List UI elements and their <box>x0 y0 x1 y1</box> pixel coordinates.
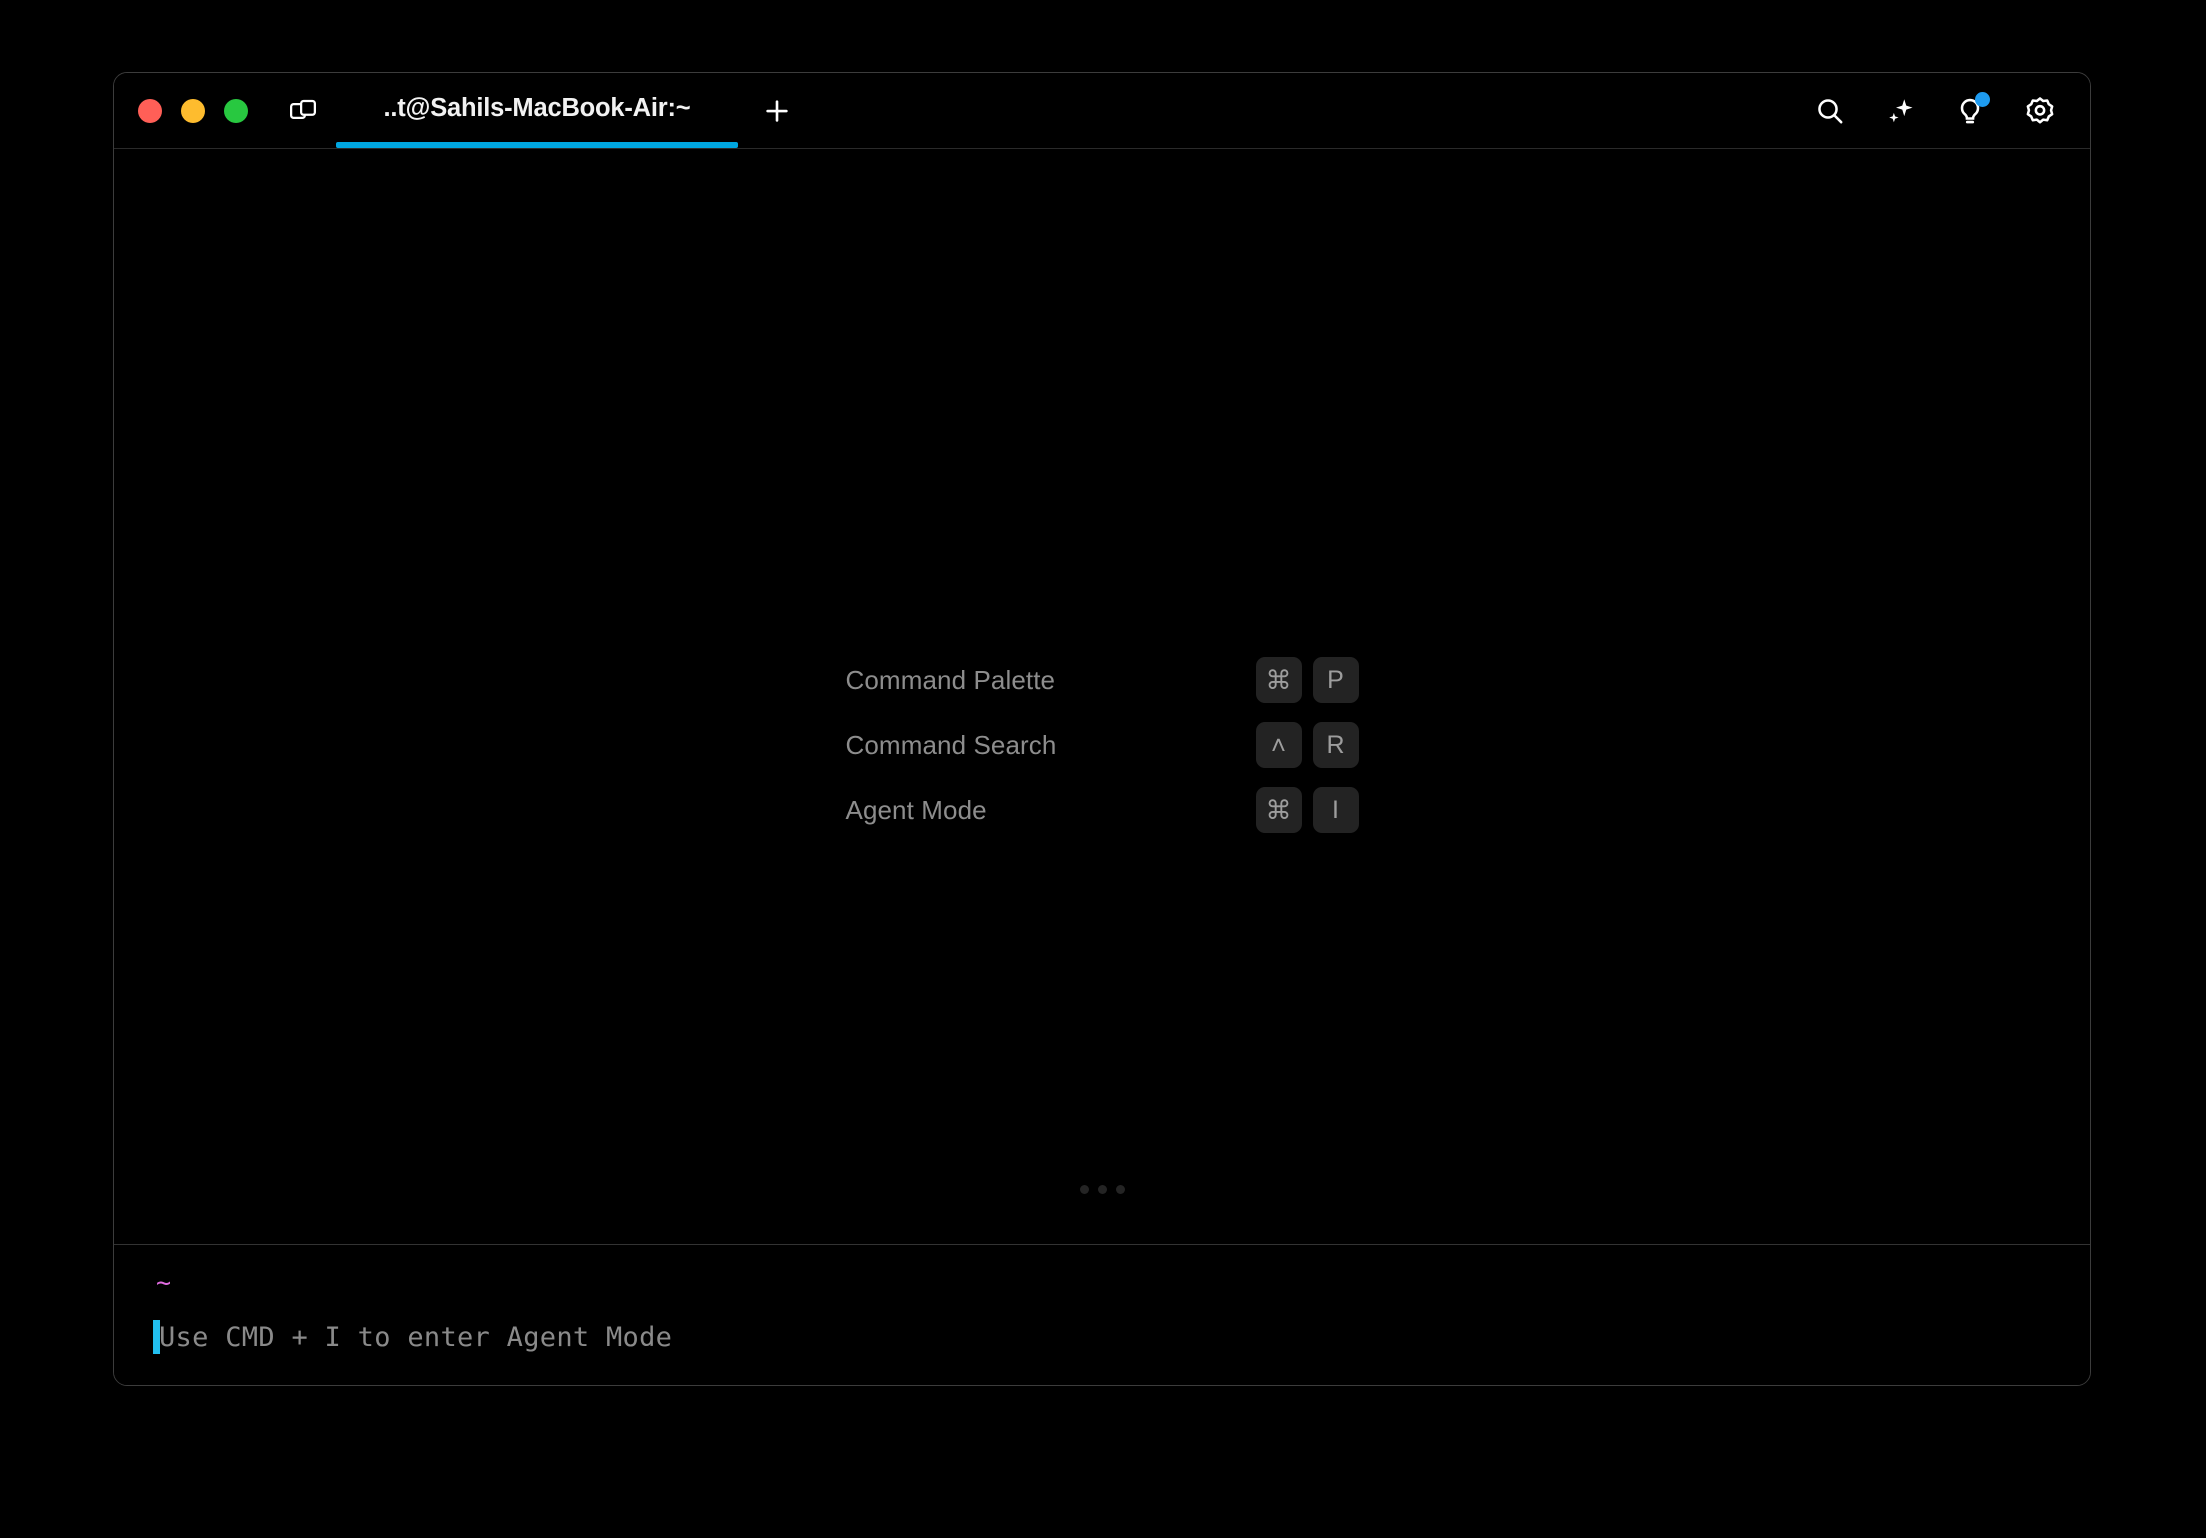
search-icon <box>1814 95 1846 127</box>
ai-sparkles-button[interactable] <box>1876 87 1924 135</box>
shortcut-row-agent-mode: Agent Mode ⌘ I <box>846 787 1359 833</box>
shortcut-hints: Command Palette ⌘ P Command Search ˄ R A… <box>114 657 2090 833</box>
traffic-lights <box>138 99 248 123</box>
maximize-window-button[interactable] <box>224 99 248 123</box>
keycap-r: R <box>1313 722 1359 768</box>
split-pane-icon <box>288 96 318 126</box>
keycap-i: I <box>1313 787 1359 833</box>
split-pane-button[interactable] <box>282 90 324 132</box>
search-button[interactable] <box>1806 87 1854 135</box>
terminal-window: ..t@Sahils-MacBook-Air:~ <box>113 72 2091 1386</box>
close-window-button[interactable] <box>138 99 162 123</box>
shortcut-label: Agent Mode <box>846 795 1256 826</box>
ellipsis-dot <box>1116 1185 1125 1194</box>
shortcut-row-command-search: Command Search ˄ R <box>846 722 1359 768</box>
minimize-window-button[interactable] <box>181 99 205 123</box>
keycap-command: ⌘ <box>1256 787 1302 833</box>
shortcut-hints-table: Command Palette ⌘ P Command Search ˄ R A… <box>846 657 1359 833</box>
shortcut-keys: ⌘ I <box>1256 787 1359 833</box>
tab-strip: ..t@Sahils-MacBook-Air:~ <box>336 73 738 148</box>
shortcut-row-command-palette: Command Palette ⌘ P <box>846 657 1359 703</box>
prompt-block[interactable]: ~ Use CMD + I to enter Agent Mode <box>114 1244 2090 1385</box>
keycap-p: P <box>1313 657 1359 703</box>
new-tab-button[interactable] <box>752 86 802 136</box>
shortcut-label: Command Palette <box>846 665 1256 696</box>
sparkles-icon <box>1884 95 1916 127</box>
shortcut-keys: ˄ R <box>1256 722 1359 768</box>
tips-button[interactable] <box>1946 87 1994 135</box>
shortcut-label: Command Search <box>846 730 1256 761</box>
overflow-ellipsis-indicator <box>114 1185 2090 1194</box>
tab-terminal-session[interactable]: ..t@Sahils-MacBook-Air:~ <box>336 73 738 148</box>
prompt-input-placeholder: Use CMD + I to enter Agent Mode <box>159 1322 672 1353</box>
ellipsis-dot <box>1098 1185 1107 1194</box>
ellipsis-dot <box>1080 1185 1089 1194</box>
titlebar-actions <box>1806 73 2064 148</box>
prompt-input-line[interactable]: Use CMD + I to enter Agent Mode <box>114 1317 2090 1357</box>
plus-icon <box>762 96 792 126</box>
settings-button[interactable] <box>2016 87 2064 135</box>
prompt-path: ~ <box>114 1269 2090 1299</box>
keycap-command: ⌘ <box>1256 657 1302 703</box>
tab-label: ..t@Sahils-MacBook-Air:~ <box>384 94 691 123</box>
notification-badge <box>1975 92 1990 107</box>
gear-icon <box>2024 95 2056 127</box>
terminal-body[interactable]: Command Palette ⌘ P Command Search ˄ R A… <box>114 149 2090 1244</box>
titlebar: ..t@Sahils-MacBook-Air:~ <box>114 73 2090 149</box>
keycap-control: ˄ <box>1256 722 1302 768</box>
shortcut-keys: ⌘ P <box>1256 657 1359 703</box>
